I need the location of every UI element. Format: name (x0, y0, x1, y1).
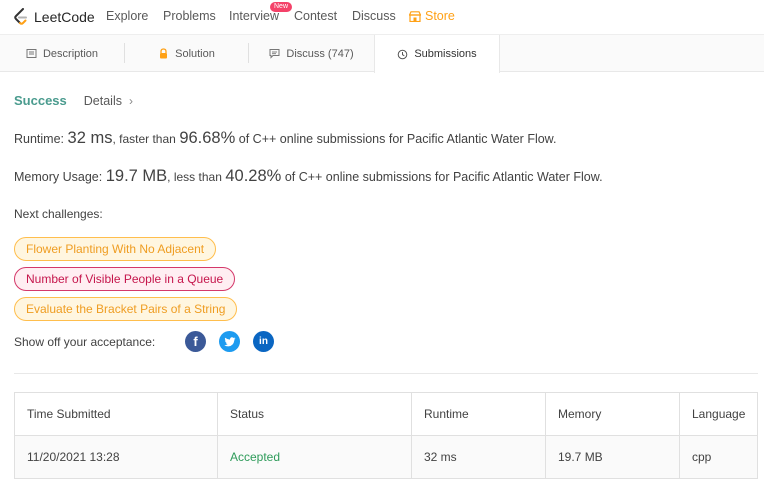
runtime-percent: 96.68% (179, 129, 236, 147)
result-header: Success Details › (14, 93, 133, 108)
runtime-suffix: of C++ online submissions for Pacific At… (238, 132, 557, 146)
cell-language: cpp (692, 450, 712, 464)
cell-runtime: 32 ms (412, 436, 546, 478)
twitter-icon[interactable] (219, 331, 240, 352)
divider (14, 373, 758, 374)
memory-value: 19.7 MB (105, 167, 168, 185)
problem-tabs: Description Solution Discuss (747) Submi… (0, 34, 764, 73)
header-status[interactable]: Status (218, 393, 412, 435)
runtime-value: 32 ms (67, 129, 113, 147)
linkedin-icon[interactable]: in (253, 331, 274, 352)
description-icon (26, 49, 37, 58)
header-runtime[interactable]: Runtime (412, 393, 546, 435)
tab-submissions[interactable]: Submissions (374, 35, 500, 73)
twitter-bird-icon (223, 336, 235, 346)
top-navigation: LeetCode Explore Problems Interview New … (0, 0, 764, 34)
tab-solution[interactable]: Solution (125, 35, 248, 72)
clock-icon (398, 49, 408, 59)
cell-status-link[interactable]: Accepted (218, 436, 412, 478)
challenge-chip-medium[interactable]: Number of Visible People in a Queue (14, 267, 236, 291)
discuss-icon (269, 49, 280, 59)
status-success: Success (14, 93, 67, 108)
submissions-table: Time Submitted Status Runtime Memory Lan… (14, 392, 758, 479)
details-link[interactable]: Details (84, 94, 122, 108)
tab-description-label: Description (42, 47, 99, 60)
runtime-label: Runtime: (14, 132, 65, 146)
store-label: Store (425, 9, 455, 23)
nav-store[interactable]: Store (409, 9, 455, 23)
challenge-chip-easy[interactable]: Flower Planting With No Adjacent (14, 237, 217, 261)
nav-problems[interactable]: Problems (163, 9, 216, 23)
cell-memory: 19.7 MB (546, 436, 680, 478)
header-time-submitted[interactable]: Time Submitted (15, 393, 218, 435)
table-row: 11/20/2021 13:28 Accepted 32 ms 19.7 MB … (15, 436, 757, 479)
facebook-icon[interactable]: f (185, 331, 206, 352)
tab-submissions-label: Submissions (414, 48, 477, 60)
new-badge: New (270, 2, 293, 12)
logo-text: LeetCode (34, 9, 95, 25)
memory-label: Memory Usage: (14, 170, 103, 184)
memory-percent: 40.28% (225, 167, 282, 185)
leetcode-logo[interactable]: LeetCode (13, 0, 95, 34)
memory-suffix: of C++ online submissions for Pacific At… (284, 170, 603, 184)
nav-discuss[interactable]: Discuss (352, 9, 396, 23)
share-label: Show off your acceptance: (14, 335, 156, 349)
tab-solution-label: Solution (175, 47, 215, 60)
header-language[interactable]: Language (680, 393, 757, 435)
header-memory[interactable]: Memory (546, 393, 680, 435)
memory-compare: , less than (167, 170, 222, 184)
chevron-right-icon[interactable]: › (129, 94, 133, 108)
store-icon (409, 10, 421, 22)
cell-time-submitted: 11/20/2021 13:28 (15, 436, 218, 478)
tab-description[interactable]: Description (0, 35, 124, 72)
runtime-line: Runtime: 32 ms, faster than 96.68% of C+… (14, 129, 557, 148)
nav-contest[interactable]: Contest (294, 9, 337, 23)
nav-explore[interactable]: Explore (106, 9, 148, 23)
tab-discuss-label: Discuss (747) (286, 47, 354, 60)
memory-line: Memory Usage: 19.7 MB, less than 40.28% … (14, 167, 603, 186)
challenge-chip-easy[interactable]: Evaluate the Bracket Pairs of a String (14, 297, 238, 321)
table-header-row: Time Submitted Status Runtime Memory Lan… (15, 393, 757, 436)
next-challenges-label: Next challenges: (14, 207, 103, 221)
runtime-compare: , faster than (112, 132, 176, 146)
leetcode-logo-icon (14, 8, 27, 25)
lock-icon (160, 48, 168, 59)
tab-discuss[interactable]: Discuss (747) (249, 35, 374, 72)
